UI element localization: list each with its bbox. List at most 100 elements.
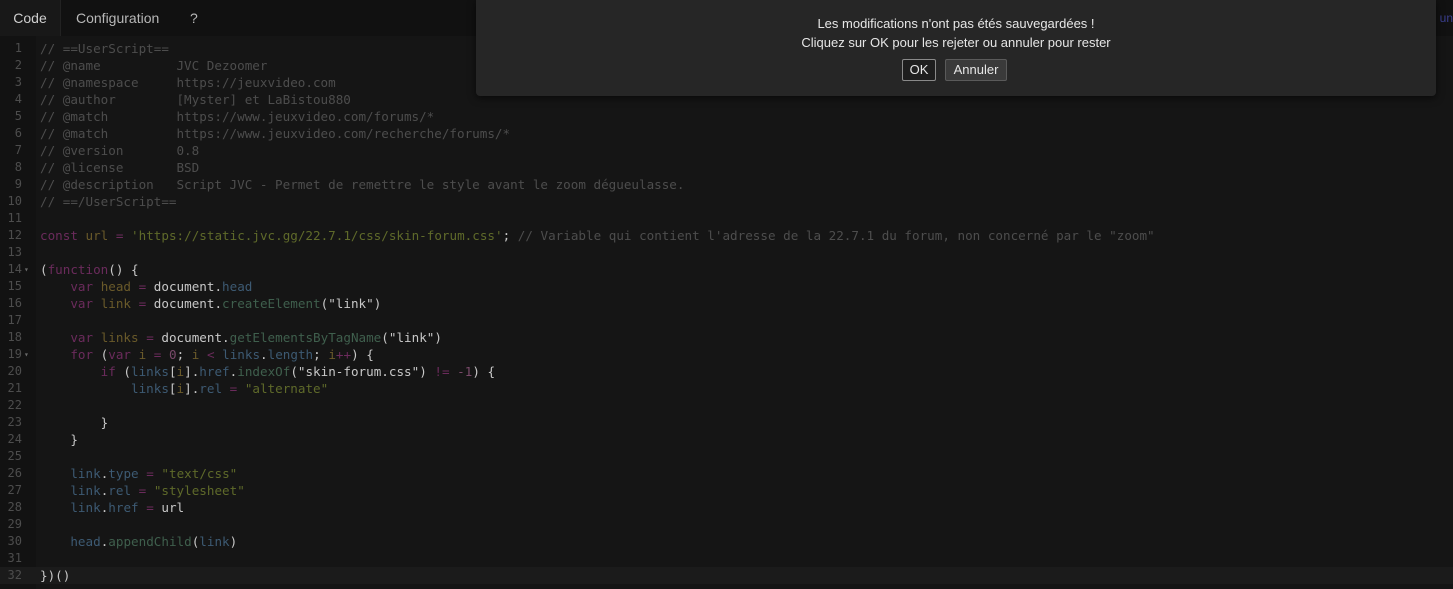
code-token: 'https://static.jvc.gg/22.7.1/css/skin-f… (131, 228, 503, 243)
unsaved-changes-dialog: Les modifications n'ont pas étés sauvega… (476, 0, 1436, 96)
code-token: ]. (184, 381, 200, 396)
line-number: 11 (7, 211, 22, 225)
code-text: // @name JVC Dezoomer (40, 57, 267, 74)
code-text: link.href = url (40, 499, 184, 516)
code-token: // @author [Myster] et LaBistou880 (40, 92, 351, 107)
fold-arrow-icon[interactable]: ▾ (24, 346, 29, 363)
code-token: ; (313, 347, 329, 362)
line-number: 5 (14, 109, 22, 123)
code-line[interactable]: 7 // @version 0.8 (0, 142, 1453, 159)
code-editor[interactable]: 1 // ==UserScript== 2 // @name JVC Dezoomer… (0, 36, 1453, 589)
code-token: if (100, 364, 116, 379)
code-text: links[i].rel = "alternate" (40, 380, 328, 397)
code-token: createElement (222, 296, 321, 311)
code-token: links (131, 364, 169, 379)
code-token: var (70, 279, 94, 294)
code-text: // @version 0.8 (40, 142, 199, 159)
code-line[interactable]: 29 (0, 516, 1453, 533)
tab-code[interactable]: Code (0, 0, 61, 36)
code-token: = (146, 500, 154, 515)
code-line[interactable]: 8 // @license BSD (0, 159, 1453, 176)
code-token: link (70, 500, 101, 515)
code-text: for (var i = 0; i < links.length; i++) { (40, 346, 373, 363)
line-number: 8 (14, 160, 22, 174)
code-line[interactable]: 13 (0, 244, 1453, 261)
line-number: 20 (7, 364, 22, 378)
code-line[interactable]: 11 (0, 210, 1453, 227)
line-number: 17 (7, 313, 22, 327)
code-line[interactable]: 16 var link = document.createElement("li… (0, 295, 1453, 312)
code-line[interactable]: 31 (0, 550, 1453, 567)
code-token: var (108, 347, 132, 362)
line-number: 16 (7, 296, 22, 310)
code-line[interactable]: 15 var head = document.head (0, 278, 1453, 295)
tab-configuration[interactable]: Configuration (76, 0, 159, 36)
cancel-button[interactable]: Annuler (945, 59, 1007, 81)
fold-arrow-icon[interactable]: ▾ (24, 261, 29, 278)
code-line[interactable]: 12 const url = 'https://static.jvc.gg/22.… (0, 227, 1453, 244)
code-text: // @match https://www.jeuxvideo.com/rech… (40, 125, 510, 142)
code-line[interactable]: 20 if (links[i].href.indexOf("skin-forum… (0, 363, 1453, 380)
code-text: // ==UserScript== (40, 40, 169, 57)
code-token: = (146, 466, 154, 481)
code-line[interactable]: 19 ▾ for (var i = 0; i < links.length; i+… (0, 346, 1453, 363)
code-token: } (40, 432, 78, 447)
code-text: // @license BSD (40, 159, 199, 176)
code-line[interactable]: 23 } (0, 414, 1453, 431)
code-token: url (85, 228, 109, 243)
code-token: })() (40, 568, 71, 583)
line-number: 22 (7, 398, 22, 412)
code-line[interactable]: 30 head.appendChild(link) (0, 533, 1453, 550)
code-token: link (199, 534, 230, 549)
code-line[interactable]: 32})() (0, 567, 1453, 584)
code-line[interactable]: 26 link.type = "text/css" (0, 465, 1453, 482)
code-token: ("link") (320, 296, 382, 311)
line-number: 21 (7, 381, 22, 395)
code-token: . (260, 347, 268, 362)
code-line[interactable]: 22 (0, 397, 1453, 414)
code-token: != (434, 364, 450, 379)
ok-button[interactable]: OK (902, 59, 936, 81)
code-text: // @description Script JVC - Permet de r… (40, 176, 684, 193)
code-line[interactable]: 5 // @match https://www.jeuxvideo.com/for… (0, 108, 1453, 125)
line-number: 19 (7, 347, 22, 361)
line-number: 4 (14, 92, 22, 106)
code-token: href (108, 500, 139, 515)
code-text: link.type = "text/css" (40, 465, 237, 482)
code-token: const (40, 228, 78, 243)
code-token: // @version 0.8 (40, 143, 200, 158)
code-line[interactable]: 21 links[i].rel = "alternate" (0, 380, 1453, 397)
code-line[interactable]: 27 link.rel = "stylesheet" (0, 482, 1453, 499)
code-text: } (40, 414, 109, 431)
code-line[interactable]: 24 } (0, 431, 1453, 448)
code-token: "alternate" (244, 381, 329, 396)
code-line[interactable]: 6 // @match https://www.jeuxvideo.com/rec… (0, 125, 1453, 142)
code-token: rel (108, 483, 132, 498)
line-number: 28 (7, 500, 22, 514)
code-token: [ (168, 381, 177, 396)
code-line[interactable]: 9 // @description Script JVC - Permet de … (0, 176, 1453, 193)
tab-help[interactable]: ? (190, 0, 198, 36)
code-line[interactable]: 14 ▾ (function() { (0, 261, 1453, 278)
code-line[interactable]: 18 var links = document.getElementsByTag… (0, 329, 1453, 346)
code-token: rel (199, 381, 223, 396)
code-line[interactable]: 25 (0, 448, 1453, 465)
code-line[interactable]: 10 // ==/UserScript== (0, 193, 1453, 210)
code-token: appendChild (108, 534, 192, 549)
code-line[interactable]: 17 (0, 312, 1453, 329)
code-text: link.rel = "stylesheet" (40, 482, 244, 499)
code-line[interactable]: 28 link.href = url (0, 499, 1453, 516)
line-number: 13 (7, 245, 22, 259)
code-token: () { (108, 262, 139, 277)
line-number: 1 (14, 41, 22, 55)
